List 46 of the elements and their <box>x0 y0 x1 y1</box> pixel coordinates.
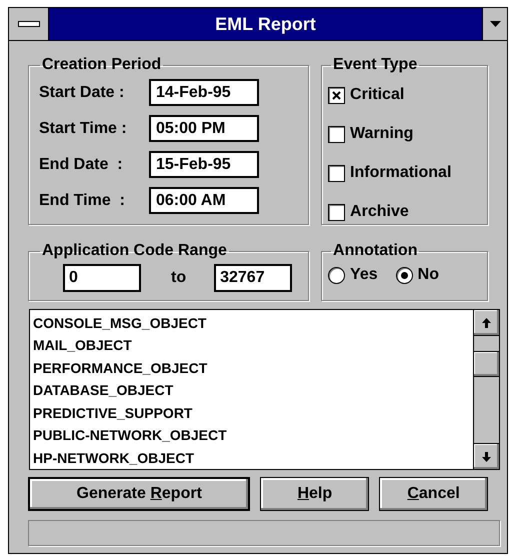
scroll-up-button[interactable] <box>474 310 499 336</box>
down-arrow-icon <box>482 452 491 462</box>
input-field[interactable]: 05:00 PM <box>149 115 259 142</box>
checkbox-label: Critical <box>350 85 404 105</box>
checkbox-label: Warning <box>350 124 414 144</box>
window-title: EML Report <box>49 8 482 40</box>
checkbox[interactable] <box>328 86 346 104</box>
checkbox[interactable] <box>328 204 346 220</box>
group-title: Annotation <box>332 241 418 261</box>
list-item[interactable]: CONSOLE_MSG_OBJECT <box>33 312 473 334</box>
input-field[interactable]: 32767 <box>214 264 292 292</box>
field-label: Start Date : <box>38 82 126 102</box>
input-field[interactable]: 0 <box>63 264 141 292</box>
dialog-button[interactable]: Help <box>260 477 370 511</box>
up-arrow-icon <box>482 318 491 328</box>
input-field[interactable]: 15-Feb-95 <box>149 151 259 178</box>
radio-button[interactable] <box>328 266 346 284</box>
scroll-thumb[interactable] <box>474 351 499 377</box>
group-title: Creation Period <box>41 55 162 75</box>
list-item[interactable]: PREDICTIVE_SUPPORT <box>33 402 473 424</box>
field-label: End Time : <box>38 190 126 210</box>
range-separator: to <box>171 268 186 288</box>
radio-button[interactable] <box>396 266 413 284</box>
dialog-button[interactable]: Generate Report <box>28 477 250 511</box>
input-field[interactable]: 14-Feb-95 <box>149 79 259 106</box>
list-item[interactable]: MAIL_OBJECT <box>33 334 473 357</box>
checkbox-label: Archive <box>350 202 409 222</box>
list-item[interactable]: PERFORMANCE_OBJECT <box>33 356 473 380</box>
field-label: Start Time : <box>38 118 128 138</box>
input-field[interactable]: 06:00 AM <box>149 187 259 214</box>
radio-label: Yes <box>350 265 378 285</box>
group-title: Event Type <box>332 55 418 75</box>
checkbox-label: Informational <box>350 163 452 183</box>
list-item[interactable]: PUBLIC-NETWORK_OBJECT <box>33 424 473 447</box>
scroll-down-button[interactable] <box>474 443 499 469</box>
down-arrow-icon <box>490 21 500 27</box>
checkbox[interactable] <box>328 126 346 142</box>
radio-label: No <box>418 265 439 285</box>
check-x-icon <box>332 90 342 100</box>
group-title: Application Code Range <box>41 241 228 261</box>
field-label: End Date : <box>38 154 124 174</box>
dialog-button[interactable]: Cancel <box>379 477 488 511</box>
list-item[interactable]: DATABASE_OBJECT <box>33 379 473 402</box>
checkbox[interactable] <box>328 164 346 182</box>
list-item[interactable]: HP-NETWORK_OBJECT <box>33 446 473 469</box>
scrollbar[interactable] <box>473 310 499 469</box>
